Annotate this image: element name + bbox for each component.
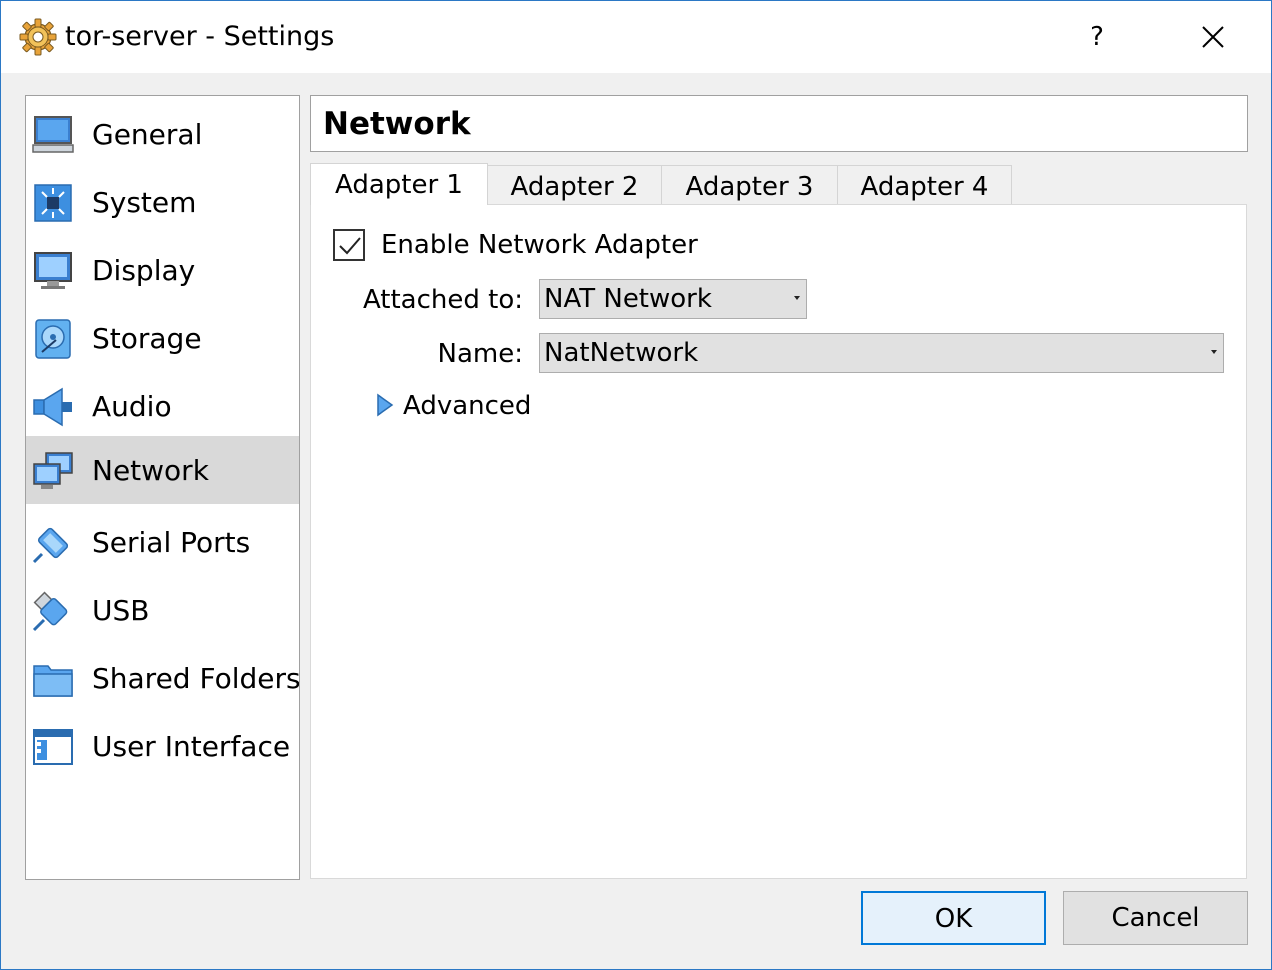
sidebar-item-label: Network: [92, 454, 209, 487]
sidebar-item-label: Serial Ports: [92, 526, 251, 559]
dropdown-arrow-icon: [794, 296, 800, 300]
attached-to-label: Attached to:: [362, 285, 523, 315]
close-button[interactable]: [1181, 9, 1245, 65]
dropdown-arrow-icon: [1211, 350, 1217, 354]
network-icon: [33, 452, 73, 489]
close-icon: [1202, 26, 1224, 48]
tab-label: Adapter 1: [335, 170, 463, 200]
sidebar-item-label: Storage: [92, 322, 202, 355]
network-name-select[interactable]: NatNetwork: [539, 333, 1224, 373]
serial-ports-icon: [32, 527, 69, 564]
sidebar-item-audio[interactable]: Audio: [26, 372, 299, 440]
sidebar-item-network[interactable]: Network: [26, 436, 299, 504]
tab-label: Adapter 2: [510, 172, 639, 202]
adapter-panel: Enable Network Adapter Attached to: NAT …: [310, 204, 1247, 879]
advanced-expander[interactable]: Advanced: [403, 391, 531, 421]
network-name-value: NatNetwork: [544, 338, 699, 368]
tab-adapter-2[interactable]: Adapter 2: [487, 165, 662, 205]
checkmark-icon: [339, 237, 361, 255]
enable-network-adapter-label[interactable]: Enable Network Adapter: [381, 230, 698, 260]
sidebar-item-label: General: [92, 118, 203, 151]
storage-icon: [35, 319, 71, 359]
sidebar-item-system[interactable]: System: [26, 168, 299, 236]
sidebar-item-label: Display: [92, 254, 196, 287]
sidebar-item-label: Audio: [92, 390, 172, 423]
name-label: Name:: [437, 339, 523, 369]
sidebar-item-storage[interactable]: Storage: [26, 304, 299, 372]
title-bar: tor-server - Settings ?: [1, 1, 1271, 73]
tab-label: Adapter 4: [860, 172, 989, 202]
ok-button-label: OK: [934, 904, 973, 934]
enable-network-adapter-checkbox[interactable]: [333, 229, 365, 261]
tab-adapter-3[interactable]: Adapter 3: [661, 165, 838, 205]
sidebar-item-label: Shared Folders: [92, 662, 300, 695]
page-header: Network: [310, 95, 1248, 152]
sidebar-item-user-interface[interactable]: User Interface: [26, 712, 299, 780]
window-title: tor-server - Settings: [65, 21, 335, 52]
attached-to-value: NAT Network: [544, 284, 712, 314]
settings-window: tor-server - Settings ? General System D…: [0, 0, 1272, 970]
sidebar-item-shared-folders[interactable]: Shared Folders: [26, 644, 299, 712]
sidebar-item-general[interactable]: General: [26, 100, 299, 168]
sidebar-item-label: USB: [92, 594, 150, 627]
tab-adapter-1[interactable]: Adapter 1: [310, 163, 488, 205]
display-icon: [34, 252, 72, 289]
sidebar-item-label: System: [92, 186, 197, 219]
page-title: Network: [323, 106, 471, 142]
system-icon: [34, 184, 72, 222]
help-button[interactable]: ?: [1065, 9, 1129, 65]
ok-button[interactable]: OK: [861, 891, 1046, 945]
sidebar-item-display[interactable]: Display: [26, 236, 299, 304]
cancel-button-label: Cancel: [1111, 903, 1200, 933]
sidebar-item-label: User Interface: [92, 730, 291, 763]
settings-category-list: General System Display Storage Audio Net…: [25, 95, 300, 880]
attached-to-select[interactable]: NAT Network: [539, 279, 807, 319]
tab-label: Adapter 3: [685, 172, 814, 202]
general-icon: [32, 116, 74, 153]
usb-icon: [32, 591, 68, 632]
settings-gear-icon: [19, 18, 57, 56]
sidebar-item-usb[interactable]: USB: [26, 576, 299, 644]
sidebar-item-serial-ports[interactable]: Serial Ports: [26, 508, 299, 576]
expand-triangle-icon[interactable]: [375, 393, 395, 417]
cancel-button[interactable]: Cancel: [1063, 891, 1248, 945]
audio-icon: [33, 387, 72, 427]
tab-adapter-4[interactable]: Adapter 4: [837, 165, 1012, 205]
shared-folders-icon: [33, 665, 73, 697]
user-interface-icon: [33, 729, 73, 765]
